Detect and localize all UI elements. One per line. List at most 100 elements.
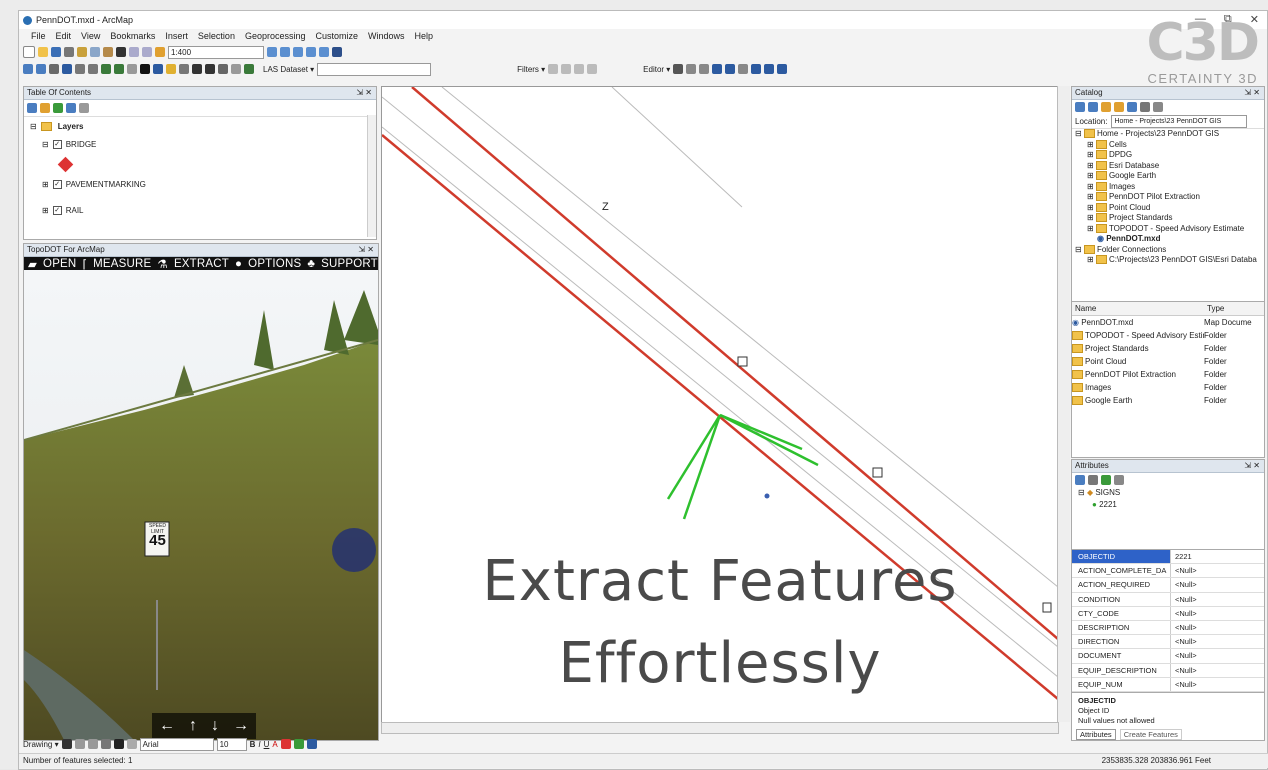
pin-close-icon[interactable]: ⇲ ✕ xyxy=(1244,87,1260,99)
cut-polygons-icon[interactable] xyxy=(738,64,749,74)
create-features-icon[interactable] xyxy=(777,64,788,74)
scale-combo[interactable]: 1:400 xyxy=(168,45,264,59)
las-tool-1-icon[interactable] xyxy=(548,64,559,74)
attributes-icon[interactable] xyxy=(751,64,762,74)
fill-color-icon[interactable] xyxy=(280,739,291,749)
attribute-row[interactable]: DOCUMENT <Null> xyxy=(1072,649,1264,664)
menu-bookmarks[interactable]: Bookmarks xyxy=(110,31,155,41)
list-item[interactable]: Project Standards Folder xyxy=(1072,342,1264,355)
layer-select-icon[interactable] xyxy=(1101,475,1111,485)
views-icon[interactable] xyxy=(1140,102,1150,112)
straight-segment-icon[interactable] xyxy=(686,64,697,74)
tree-layer[interactable]: ⊟ ◆ SIGNS xyxy=(1078,487,1264,499)
las-dataset-combo[interactable] xyxy=(317,62,432,76)
fixed-zoom-in-icon[interactable] xyxy=(75,64,85,74)
list-item[interactable]: TOPODOT - Speed Advisory Estim. Folder xyxy=(1072,329,1264,342)
menu-file[interactable]: File xyxy=(31,31,46,41)
measure-icon[interactable] xyxy=(192,64,202,74)
time-slider-icon[interactable] xyxy=(244,64,254,74)
layer-checkbox[interactable]: ✓ xyxy=(52,179,62,189)
menu-windows[interactable]: Windows xyxy=(368,31,405,41)
menu-customize[interactable]: Customize xyxy=(316,31,359,41)
toc-layer-pavementmarking[interactable]: ⊞ ✓ PAVEMENTMARKING xyxy=(24,175,376,193)
find-icon[interactable] xyxy=(205,64,215,74)
zoom-to-selected-icon[interactable] xyxy=(87,739,98,749)
nav-right-button[interactable]: → xyxy=(233,717,249,735)
tree-item[interactable]: ⊞ Point Cloud xyxy=(1075,203,1264,214)
search-window-icon[interactable] xyxy=(306,47,316,57)
tree-item[interactable]: ⊟ Home - Projects\23 PennDOT GIS xyxy=(1075,129,1264,140)
las-tool-3-icon[interactable] xyxy=(574,64,585,74)
topodot-support[interactable]: SUPPORT xyxy=(321,258,378,270)
drawing-dropdown[interactable]: Drawing ▾ xyxy=(23,740,59,749)
fixed-zoom-out-icon[interactable] xyxy=(88,64,98,74)
filters-dropdown[interactable]: Filters ▾ xyxy=(517,65,545,74)
up-one-level-icon[interactable] xyxy=(1101,102,1111,112)
tree-item[interactable]: ⊞ Cells xyxy=(1075,140,1264,151)
menu-view[interactable]: View xyxy=(81,31,100,41)
las-tool-2-icon[interactable] xyxy=(561,64,572,74)
full-extent-icon[interactable] xyxy=(62,64,72,74)
italic-icon[interactable]: I xyxy=(258,740,260,749)
attribute-row[interactable]: CONDITION <Null> xyxy=(1072,592,1264,607)
font-size-combo[interactable]: 10 xyxy=(216,737,247,751)
layer-checkbox[interactable]: ✓ xyxy=(52,205,62,215)
nav-up-button[interactable]: ↑ xyxy=(189,717,197,735)
end-point-arc-icon[interactable] xyxy=(699,64,710,74)
tree-feature[interactable]: ● 2221 xyxy=(1078,499,1264,511)
print-icon[interactable] xyxy=(64,47,74,57)
menu-selection[interactable]: Selection xyxy=(198,31,235,41)
list-item[interactable]: Point Cloud Folder xyxy=(1072,355,1264,368)
line-color-icon[interactable] xyxy=(293,739,304,749)
connect-folder-icon[interactable] xyxy=(1127,102,1137,112)
pin-close-icon[interactable]: ⇲ ✕ xyxy=(358,244,374,256)
sketch-properties-icon[interactable] xyxy=(764,64,775,74)
menu-edit[interactable]: Edit xyxy=(56,31,72,41)
rectangle-icon[interactable] xyxy=(100,739,111,749)
select-elements-icon[interactable] xyxy=(140,64,150,74)
location-combo[interactable]: Home - Projects\23 PennDOT GIS xyxy=(1111,114,1248,128)
toc-layer-bridge[interactable]: ⊟ ✓ BRIDGE xyxy=(24,135,376,153)
topodot-options[interactable]: OPTIONS xyxy=(248,258,301,270)
attribute-row[interactable]: DIRECTION <Null> xyxy=(1072,635,1264,650)
font-combo[interactable]: Arial xyxy=(139,737,214,751)
open-icon[interactable] xyxy=(38,47,48,57)
map-vertical-scrollbar[interactable] xyxy=(1057,86,1070,722)
find-route-icon[interactable] xyxy=(218,64,228,74)
python-icon[interactable] xyxy=(332,47,342,57)
edit-tool-icon[interactable] xyxy=(673,64,684,74)
back-extent-icon[interactable] xyxy=(101,64,111,74)
las-dataset-label[interactable]: LAS Dataset ▾ xyxy=(263,65,314,74)
underline-icon[interactable]: U xyxy=(264,740,270,749)
select-elements-icon[interactable] xyxy=(61,739,72,749)
tree-item[interactable]: ⊞ PennDOT Pilot Extraction xyxy=(1075,192,1264,203)
edit-vertices-icon[interactable] xyxy=(712,64,723,74)
list-item[interactable]: PennDOT Pilot Extraction Folder xyxy=(1072,368,1264,381)
redo-icon[interactable] xyxy=(142,47,152,57)
identify-icon[interactable] xyxy=(153,64,163,74)
attribute-row[interactable]: EQUIP_DESCRIPTION <Null> xyxy=(1072,663,1264,678)
menu-geoprocessing[interactable]: Geoprocessing xyxy=(245,31,306,41)
roadside-photo[interactable]: SPEED LIMIT 45 ← ↑ ↓ → xyxy=(24,270,378,740)
topodot-measure[interactable]: MEASURE xyxy=(93,258,151,270)
list-by-visibility-icon[interactable] xyxy=(53,103,63,113)
zoom-in-icon[interactable] xyxy=(23,64,33,74)
sort-alpha-icon[interactable] xyxy=(1088,475,1098,485)
topodot-extract[interactable]: EXTRACT xyxy=(174,258,229,270)
attribute-row[interactable]: CTY_CODE <Null> xyxy=(1072,606,1264,621)
nav-left-button[interactable]: ← xyxy=(159,717,175,735)
editor-toolbar-icon[interactable] xyxy=(267,47,277,57)
tree-item[interactable]: ⊞ DPDG xyxy=(1075,150,1264,161)
pin-close-icon[interactable]: ⇲ ✕ xyxy=(356,87,372,99)
layer-checkbox[interactable]: ✓ xyxy=(52,139,62,149)
edit-vertices-icon[interactable] xyxy=(126,739,137,749)
font-color-icon[interactable]: A xyxy=(272,740,277,749)
add-data-icon[interactable] xyxy=(155,47,165,57)
toc-layer-rail[interactable]: ⊞ ✓ RAIL xyxy=(24,201,376,219)
zoom-out-icon[interactable] xyxy=(36,64,46,74)
list-by-selection-icon[interactable] xyxy=(66,103,76,113)
sort-icon[interactable] xyxy=(1075,475,1085,485)
arctoolbox-icon[interactable] xyxy=(319,47,329,57)
go-to-xy-icon[interactable] xyxy=(231,64,241,74)
back-icon[interactable] xyxy=(1075,102,1085,112)
